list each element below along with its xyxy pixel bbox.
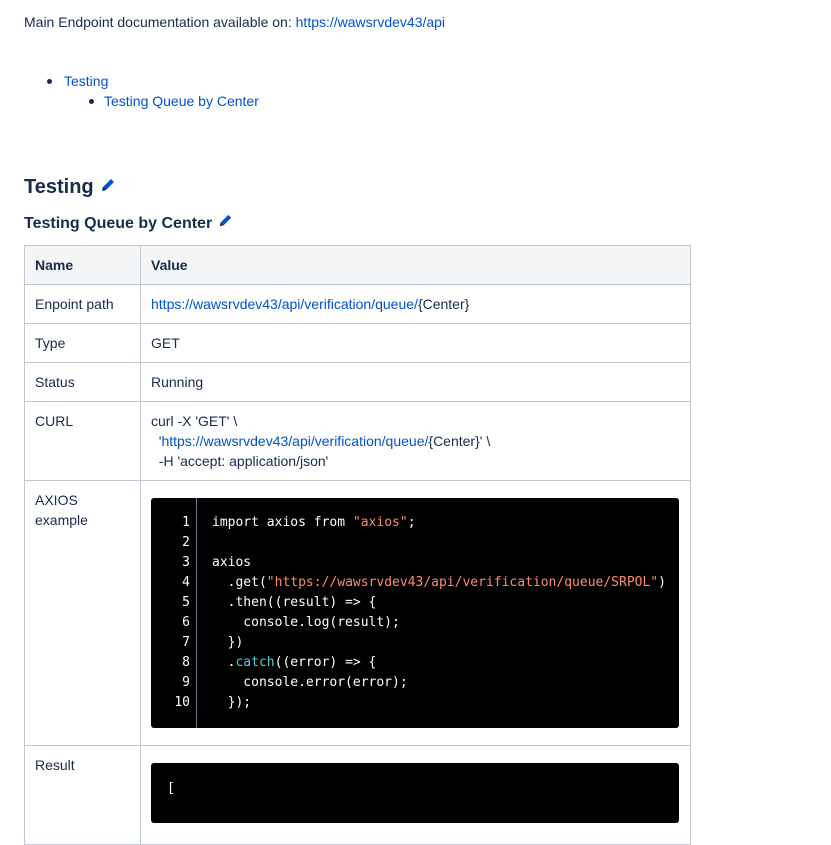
- table-row: Status Running: [24, 362, 691, 402]
- code-text: ;: [407, 515, 416, 530]
- code-string: "https://wawsrvdev43/api/verification/qu…: [266, 575, 659, 590]
- axios-code-block[interactable]: 1 2 3 4 5 6 7 8 9 10 import axios from "…: [151, 498, 679, 728]
- table-of-contents: Testing Testing Queue by Center: [24, 71, 259, 111]
- line-number: 3: [182, 555, 190, 570]
- line-number: 1: [182, 515, 190, 530]
- code-line: .then((result) => {: [212, 595, 377, 610]
- code-line: .get("https://wawsrvdev43/api/verificati…: [212, 573, 666, 593]
- row-value: GET: [140, 323, 691, 363]
- code-line: console.log(result);: [212, 615, 400, 630]
- section-heading-testing: Testing: [24, 173, 116, 201]
- row-value: https://wawsrvdev43/api/verification/que…: [140, 284, 691, 324]
- toc-item-testing: Testing: [24, 71, 259, 91]
- pencil-icon[interactable]: [100, 173, 116, 201]
- code-string: "axios": [352, 515, 408, 530]
- code-text: ((error) => {: [274, 655, 377, 670]
- curl-value: curl -X 'GET' \ 'https://wawsrvdev43/api…: [140, 401, 691, 481]
- curl-line-1: curl -X 'GET' \: [151, 413, 238, 429]
- table-row: CURL curl -X 'GET' \ 'https://wawsrvdev4…: [24, 401, 691, 481]
- line-number: 4: [182, 575, 190, 590]
- toc-item-testing-queue: Testing Queue by Center: [24, 91, 259, 111]
- section-heading-testing-queue: Testing Queue by Center: [24, 212, 233, 236]
- line-numbers: 1 2 3 4 5 6 7 8 9 10: [151, 498, 197, 728]
- axios-code-cell: 1 2 3 4 5 6 7 8 9 10 import axios from "…: [140, 480, 691, 746]
- bullet-icon: [47, 79, 52, 84]
- table-row: Result [: [24, 745, 691, 845]
- row-name: Status: [24, 362, 141, 402]
- curl-line-2-prefix: ': [151, 433, 162, 449]
- code-line: import axios from "axios";: [212, 513, 666, 533]
- curl-line-3: -H 'accept: application/json': [151, 453, 329, 469]
- row-name: AXIOS example: [24, 480, 141, 746]
- row-name: Result: [24, 745, 141, 845]
- curl-endpoint-link[interactable]: https://wawsrvdev43/api/verification/que…: [161, 433, 428, 449]
- table-row: Type GET: [24, 323, 691, 363]
- code-lines: import axios from "axios"; axios .get("h…: [197, 498, 666, 728]
- endpoint-table: Name Value Enpoint path https://wawsrvde…: [24, 245, 691, 845]
- code-line: axios: [212, 555, 252, 570]
- pencil-icon[interactable]: [218, 212, 233, 236]
- endpoint-path-link[interactable]: https://wawsrvdev43/api/verification/que…: [151, 296, 418, 312]
- section-title: Testing: [24, 176, 94, 198]
- code-text: ): [658, 575, 666, 590]
- code-keyword: catch: [235, 655, 275, 670]
- line-number: 9: [182, 675, 190, 690]
- line-number: 7: [182, 635, 190, 650]
- table-row: AXIOS example 1 2 3 4 5 6 7 8 9 10 impor…: [24, 480, 691, 746]
- row-value: Running: [140, 362, 691, 402]
- bullet-icon: [89, 99, 94, 104]
- toc-link-testing[interactable]: Testing: [64, 73, 108, 89]
- line-number: 6: [182, 615, 190, 630]
- endpoint-path-suffix: {Center}: [417, 296, 470, 312]
- api-docs-link[interactable]: https://wawsrvdev43/api: [296, 14, 445, 30]
- row-name: CURL: [24, 401, 141, 481]
- code-text: .: [212, 655, 236, 670]
- toc-link-testing-queue[interactable]: Testing Queue by Center: [104, 93, 259, 109]
- line-number: 5: [182, 595, 190, 610]
- result-code-cell: [: [140, 745, 691, 845]
- code-line: console.error(error);: [212, 675, 408, 690]
- line-number: 10: [174, 695, 190, 710]
- code-line: .catch((error) => {: [212, 653, 666, 673]
- line-number: 2: [182, 535, 190, 550]
- intro-text: Main Endpoint documentation available on…: [24, 14, 296, 30]
- code-line: }): [212, 635, 244, 650]
- row-name: Enpoint path: [24, 284, 141, 324]
- subsection-title: Testing Queue by Center: [24, 215, 213, 232]
- result-code-block[interactable]: [: [151, 763, 679, 823]
- code-line: });: [212, 695, 252, 710]
- code-text: import axios from: [212, 515, 353, 530]
- table-row: Enpoint path https://wawsrvdev43/api/ver…: [24, 284, 691, 324]
- curl-line-2-suffix: {Center}' \: [428, 433, 491, 449]
- header-name: Name: [24, 245, 141, 285]
- code-text: .get(: [212, 575, 267, 590]
- header-value: Value: [140, 245, 691, 285]
- table-header-row: Name Value: [24, 245, 691, 285]
- curl-line-2: 'https://wawsrvdev43/api/verification/qu…: [151, 431, 680, 451]
- row-name: Type: [24, 323, 141, 363]
- intro-line: Main Endpoint documentation available on…: [24, 12, 445, 32]
- line-number: 8: [182, 655, 190, 670]
